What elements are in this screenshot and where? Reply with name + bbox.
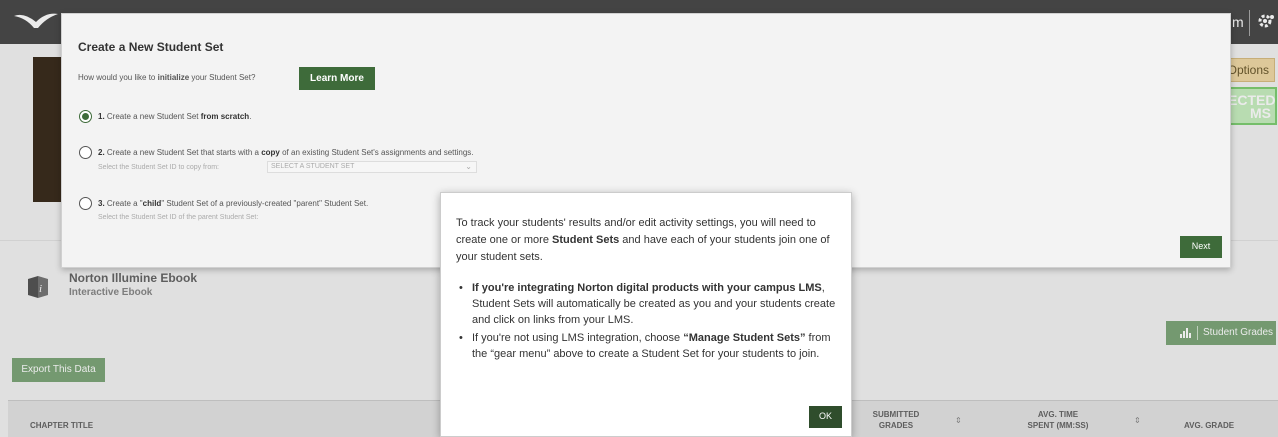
copy-student-set-select[interactable]: SELECT A STUDENT SET ⌄ (267, 161, 477, 173)
chevron-down-icon: ⌄ (465, 162, 472, 171)
next-button[interactable]: Next (1180, 236, 1222, 258)
initialize-question: How would you like to initialize your St… (78, 73, 256, 82)
info-bullet-lms: If you're integrating Norton digital pro… (459, 280, 841, 328)
info-bullet-manage: If you're not using LMS integration, cho… (459, 330, 841, 362)
ok-button[interactable]: OK (809, 406, 842, 428)
option-2-label[interactable]: 2. Create a new Student Set that starts … (98, 148, 474, 157)
option-1-radio[interactable] (79, 110, 92, 123)
option-3-radio[interactable] (79, 197, 92, 210)
info-intro: To track your students' results and/or e… (456, 217, 830, 263)
option-2-sublabel: Select the Student Set ID to copy from: (98, 164, 220, 171)
option-1-label[interactable]: 1. Create a new Student Set from scratch… (98, 112, 251, 121)
option-3-label[interactable]: 3. Create a "child" Student Set of a pre… (98, 199, 368, 208)
student-sets-info-popup: To track your students' results and/or e… (440, 192, 852, 437)
learn-more-button[interactable]: Learn More (299, 67, 375, 90)
info-bullets: If you're integrating Norton digital pro… (456, 280, 841, 362)
option-2-radio[interactable] (79, 146, 92, 159)
dialog-title: Create a New Student Set (78, 40, 224, 54)
option-3-sublabel: Select the Student Set ID of the parent … (98, 214, 259, 221)
